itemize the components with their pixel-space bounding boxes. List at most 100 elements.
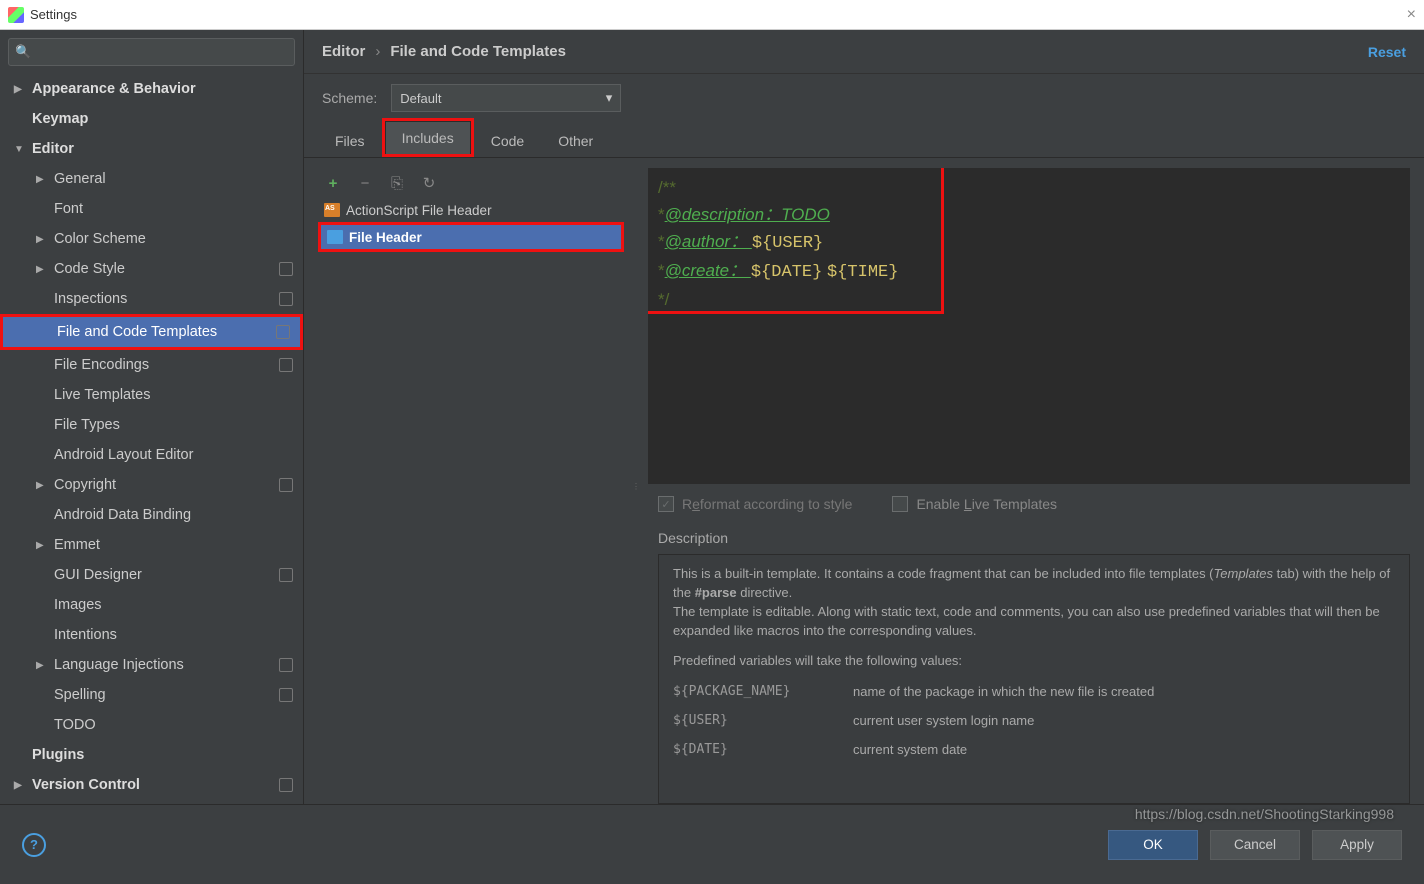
sidebar-item-font[interactable]: Font bbox=[0, 194, 303, 224]
sidebar-item-copyright[interactable]: ▶ Copyright bbox=[0, 470, 303, 500]
chevron-icon: ▶ bbox=[36, 480, 48, 491]
sidebar-item-file-encodings[interactable]: File Encodings bbox=[0, 350, 303, 380]
sidebar-item-images[interactable]: Images bbox=[0, 590, 303, 620]
refresh-button[interactable]: ↻ bbox=[420, 174, 438, 192]
tab-files[interactable]: Files bbox=[318, 124, 382, 157]
tab-other[interactable]: Other bbox=[541, 124, 610, 157]
tab-includes[interactable]: Includes bbox=[385, 121, 471, 154]
project-badge-icon bbox=[279, 358, 293, 372]
settings-tree: ▶Appearance & BehaviorKeymap▼Editor▶Gene… bbox=[0, 74, 303, 804]
sidebar-item-code-style[interactable]: ▶ Code Style bbox=[0, 254, 303, 284]
variable-desc: name of the package in which the new fil… bbox=[853, 683, 1154, 702]
breadcrumb-root: Editor bbox=[322, 43, 365, 60]
sidebar-item-appearance-behavior[interactable]: ▶Appearance & Behavior bbox=[0, 74, 303, 104]
variable-desc: current user system login name bbox=[853, 712, 1034, 731]
sidebar-item-label: Editor bbox=[32, 141, 74, 157]
project-badge-icon bbox=[279, 658, 293, 672]
cancel-button[interactable]: Cancel bbox=[1210, 830, 1300, 860]
sidebar-item-plugins[interactable]: Plugins bbox=[0, 740, 303, 770]
search-input[interactable]: 🔍 bbox=[8, 38, 295, 66]
breadcrumb-bar: Editor › File and Code Templates Reset bbox=[304, 30, 1424, 74]
reset-link[interactable]: Reset bbox=[1368, 44, 1406, 60]
chevron-icon: ▶ bbox=[36, 174, 48, 185]
sidebar-item-general[interactable]: ▶ General bbox=[0, 164, 303, 194]
sidebar-item-label: TODO bbox=[54, 717, 96, 733]
enable-live-templates-checkbox[interactable]: Enable Live Templates bbox=[892, 496, 1057, 512]
file-icon bbox=[324, 203, 340, 217]
template-item-label: File Header bbox=[349, 230, 422, 245]
chevron-icon: ▶ bbox=[14, 780, 26, 791]
scheme-value: Default bbox=[400, 91, 441, 106]
copy-button[interactable]: ⎘ bbox=[388, 174, 406, 192]
breadcrumb-leaf: File and Code Templates bbox=[390, 43, 566, 60]
checkbox-unchecked-icon bbox=[892, 496, 908, 512]
sidebar-item-inspections[interactable]: Inspections bbox=[0, 284, 303, 314]
sidebar-item-todo[interactable]: TODO bbox=[0, 710, 303, 740]
sidebar-item-label: Color Scheme bbox=[54, 231, 146, 247]
tab-bar: FilesIncludesCodeOther bbox=[304, 122, 1424, 158]
sidebar-item-spelling[interactable]: Spelling bbox=[0, 680, 303, 710]
chevron-right-icon: › bbox=[375, 43, 380, 60]
sidebar-item-label: Code Style bbox=[54, 261, 125, 277]
template-list: ActionScript File Header File Header bbox=[318, 198, 624, 804]
search-icon: 🔍 bbox=[15, 44, 31, 60]
variable-desc: current system date bbox=[853, 741, 967, 760]
template-editor[interactable]: /***@description：TODO*@author： ${USER}*@… bbox=[648, 168, 1410, 484]
variable-name: ${PACKAGE_NAME} bbox=[673, 683, 813, 702]
sidebar-item-version-control[interactable]: ▶Version Control bbox=[0, 770, 303, 800]
project-badge-icon bbox=[279, 778, 293, 792]
remove-button[interactable]: − bbox=[356, 174, 374, 192]
chevron-icon: ▶ bbox=[36, 540, 48, 551]
sidebar-item-emmet[interactable]: ▶Emmet bbox=[0, 530, 303, 560]
sidebar-item-label: Font bbox=[54, 201, 83, 217]
sidebar-item-label: GUI Designer bbox=[54, 567, 142, 583]
chevron-icon: ▼ bbox=[14, 144, 26, 155]
close-icon[interactable]: × bbox=[1407, 6, 1416, 24]
sidebar-item-label: Live Templates bbox=[54, 387, 150, 403]
sidebar-item-label: Images bbox=[54, 597, 102, 613]
sidebar-item-intentions[interactable]: Intentions bbox=[0, 620, 303, 650]
tab-code[interactable]: Code bbox=[474, 124, 541, 157]
sidebar-item-android-data-binding[interactable]: Android Data Binding bbox=[0, 500, 303, 530]
sidebar-item-label: Keymap bbox=[32, 111, 88, 127]
list-toolbar: + − ⎘ ↻ bbox=[318, 168, 624, 198]
help-button[interactable]: ? bbox=[22, 833, 46, 857]
sidebar-item-keymap[interactable]: Keymap bbox=[0, 104, 303, 134]
sidebar-item-label: File and Code Templates bbox=[57, 324, 217, 340]
sidebar-item-color-scheme[interactable]: ▶ Color Scheme bbox=[0, 224, 303, 254]
sidebar-item-android-layout-editor[interactable]: Android Layout Editor bbox=[0, 440, 303, 470]
apply-button[interactable]: Apply bbox=[1312, 830, 1402, 860]
sidebar-item-editor[interactable]: ▼ Editor bbox=[0, 134, 303, 164]
chevron-icon: ▶ bbox=[36, 264, 48, 275]
add-button[interactable]: + bbox=[324, 174, 342, 192]
splitter-handle[interactable]: ⋮ bbox=[632, 168, 640, 804]
sidebar-item-label: Appearance & Behavior bbox=[32, 81, 196, 97]
variable-name: ${USER} bbox=[673, 712, 813, 731]
template-item-actionscript-file-header[interactable]: ActionScript File Header bbox=[318, 198, 624, 222]
sidebar-item-language-injections[interactable]: ▶Language Injections bbox=[0, 650, 303, 680]
reformat-checkbox: ✓ Reformat according to style bbox=[658, 496, 852, 512]
window-title: Settings bbox=[30, 7, 77, 22]
sidebar: 🔍 ▶Appearance & BehaviorKeymap▼Editor▶Ge… bbox=[0, 30, 304, 804]
sidebar-item-live-templates[interactable]: Live Templates bbox=[0, 380, 303, 410]
chevron-icon: ▶ bbox=[36, 234, 48, 245]
sidebar-item-file-and-code-templates[interactable]: File and Code Templates bbox=[3, 317, 300, 347]
sidebar-item-gui-designer[interactable]: GUI Designer bbox=[0, 560, 303, 590]
sidebar-item-label: Copyright bbox=[54, 477, 116, 493]
description-box: This is a built-in template. It contains… bbox=[658, 554, 1410, 804]
file-icon bbox=[327, 230, 343, 244]
sidebar-item-label: Android Data Binding bbox=[54, 507, 191, 523]
chevron-down-icon: ▾ bbox=[606, 90, 613, 106]
sidebar-item-label: Inspections bbox=[54, 291, 127, 307]
ok-button[interactable]: OK bbox=[1108, 830, 1198, 860]
titlebar: Settings × bbox=[0, 0, 1424, 30]
template-item-file-header[interactable]: File Header bbox=[321, 225, 621, 249]
sidebar-item-file-types[interactable]: File Types bbox=[0, 410, 303, 440]
sidebar-item-label: Spelling bbox=[54, 687, 106, 703]
sidebar-item-label: Language Injections bbox=[54, 657, 184, 673]
scheme-select[interactable]: Default ▾ bbox=[391, 84, 621, 112]
dialog-footer: ? OK Cancel Apply bbox=[0, 804, 1424, 884]
project-badge-icon bbox=[279, 262, 293, 276]
template-item-label: ActionScript File Header bbox=[346, 203, 492, 218]
sidebar-item-label: General bbox=[54, 171, 106, 187]
